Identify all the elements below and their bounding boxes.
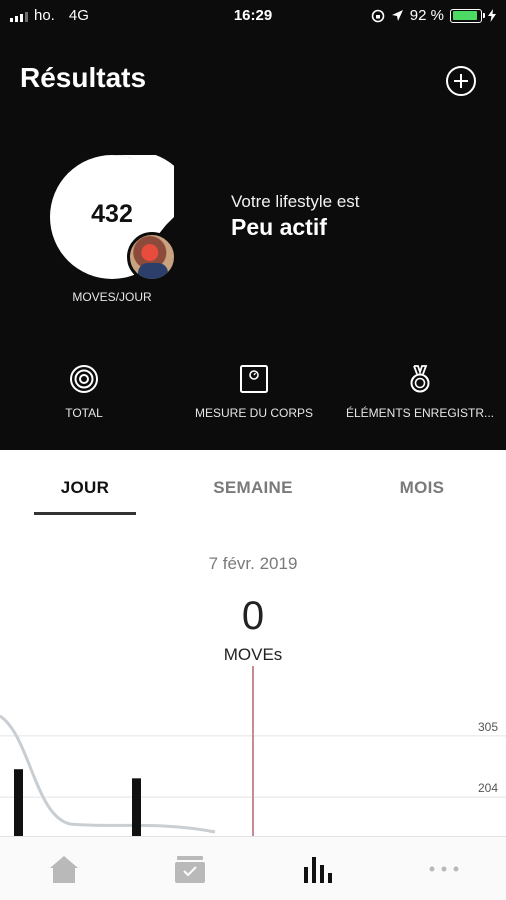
inbox-icon <box>175 856 205 883</box>
moves-score: 432 <box>91 200 133 228</box>
shortcut-total[interactable]: TOTAL <box>4 364 164 420</box>
chart-bar[interactable] <box>14 769 23 836</box>
tab-month[interactable]: MOIS <box>372 478 472 498</box>
lock-rotation-icon <box>371 9 385 22</box>
battery-percent: 92 % <box>409 7 444 24</box>
active-tab-indicator <box>34 512 136 515</box>
y-tick-label: 204 <box>478 781 498 795</box>
chart-bar[interactable] <box>132 778 141 836</box>
status-bar: ho. 4G 16:29 92 % <box>0 0 506 30</box>
nav-results[interactable] <box>300 853 336 885</box>
trend-line <box>0 714 216 834</box>
lifestyle-label: Votre lifestyle est <box>231 192 360 211</box>
y-tick-label: 305 <box>478 720 498 734</box>
shortcut-total-label: TOTAL <box>65 406 103 420</box>
rings-icon <box>70 365 98 393</box>
lifestyle-value: Peu actif <box>231 214 327 240</box>
add-button[interactable] <box>446 66 476 96</box>
more-icon <box>429 866 459 872</box>
tab-week[interactable]: SEMAINE <box>190 478 316 498</box>
moves-per-day-label: MOVES/JOUR <box>72 290 152 304</box>
shortcut-saved-items[interactable]: ÉLÉMENTS ENREGISTR... <box>340 364 500 420</box>
nav-more[interactable] <box>426 853 462 885</box>
home-icon <box>50 856 78 883</box>
bar-chart-icon <box>304 857 332 883</box>
daily-moves-chart[interactable]: 305 204 <box>0 666 506 836</box>
bottom-nav <box>0 836 506 900</box>
status-right: 92 % <box>371 7 496 24</box>
day-moves-value: 0 <box>241 594 265 638</box>
location-arrow-icon <box>391 10 403 21</box>
nav-home[interactable] <box>46 853 82 885</box>
shortcut-body-measure[interactable]: MESURE DU CORPS <box>174 364 334 420</box>
battery-icon <box>450 8 485 23</box>
results-header-panel: ho. 4G 16:29 92 % Résultats 432 MOVES/JO… <box>0 0 506 450</box>
charging-bolt-icon <box>488 9 496 22</box>
medal-icon <box>410 365 430 393</box>
day-moves-unit: MOVEs <box>223 645 283 664</box>
shortcut-saved-items-label: ÉLÉMENTS ENREGISTR... <box>345 406 495 420</box>
shortcut-body-measure-label: MESURE DU CORPS <box>194 406 313 420</box>
scale-icon <box>240 365 268 393</box>
avatar[interactable] <box>127 232 177 282</box>
nav-inbox[interactable] <box>172 853 208 885</box>
tab-day[interactable]: JOUR <box>34 478 136 498</box>
selected-date: 7 févr. 2019 <box>208 554 298 573</box>
page-title: Résultats <box>20 62 147 93</box>
